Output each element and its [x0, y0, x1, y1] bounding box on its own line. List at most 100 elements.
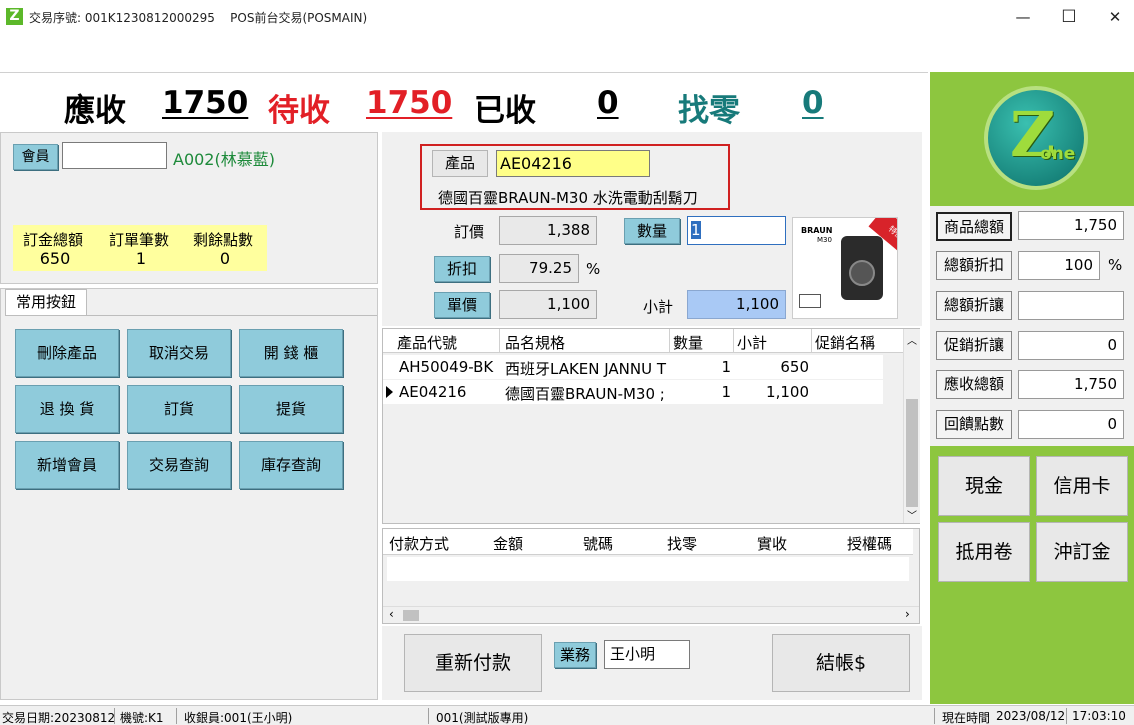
scroll-left-icon[interactable]: ‹ — [389, 607, 394, 621]
tab-common-buttons[interactable]: 常用按鈕 — [5, 289, 87, 316]
pending-label: 待收 — [268, 93, 330, 129]
order-goods-button[interactable]: 訂貨 — [127, 385, 231, 433]
inventory-query-button[interactable]: 庫存查詢 — [239, 441, 343, 489]
scroll-down-icon[interactable]: ﹀ — [907, 507, 917, 522]
status-date: 2023/08/12 — [996, 709, 1066, 723]
row-qty: 1 — [721, 358, 731, 376]
return-exchange-button[interactable]: 退 換 貨 — [15, 385, 119, 433]
subtotal-value: 1,100 — [687, 290, 786, 319]
product-image-model: M30 — [817, 236, 832, 244]
repay-button[interactable]: 重新付款 — [404, 634, 542, 692]
sales-button[interactable]: 業務 — [554, 642, 596, 668]
product-image: BRAUN M30 特價 — [792, 217, 898, 319]
stat-deposit-label: 訂金總額 — [23, 231, 84, 249]
maximize-button[interactable]: ☐ — [1046, 4, 1092, 30]
product-entry-panel: 產品 AE04216 德國百靈BRAUN-M30 水洗電動刮鬍刀 訂價 1,38… — [382, 132, 922, 326]
scroll-up-icon[interactable]: ︿ — [907, 332, 917, 347]
col-payment-method[interactable]: 付款方式 — [389, 533, 449, 554]
col-product-name[interactable]: 品名規格 — [505, 332, 565, 353]
unit-price-value: 1,100 — [499, 290, 597, 319]
col-change[interactable]: 找零 — [667, 533, 697, 554]
product-package-icon — [799, 294, 821, 308]
row-name: 西班牙LAKEN JANNU T — [505, 360, 667, 378]
cash-button[interactable]: 現金 — [938, 456, 1030, 516]
receivable-total-label[interactable]: 應收總額 — [936, 370, 1012, 399]
total-discount-value[interactable]: 100 — [1018, 251, 1100, 280]
table-row[interactable]: AH50049-BK 西班牙LAKEN JANNU T 1 650 — [383, 355, 883, 379]
stat-deposit-value: 650 — [39, 249, 71, 268]
product-total-label[interactable]: 商品總額 — [936, 212, 1012, 241]
total-allowance-value[interactable] — [1018, 291, 1124, 320]
col-promo-name[interactable]: 促銷名稱 — [815, 332, 875, 353]
scroll-thumb[interactable] — [403, 610, 419, 621]
add-member-button[interactable]: 新增會員 — [15, 441, 119, 489]
product-name: 德國百靈BRAUN-M30 水洗電動刮鬍刀 — [438, 189, 698, 207]
minimize-button[interactable]: — — [1000, 4, 1046, 30]
transaction-query-button[interactable]: 交易查詢 — [127, 441, 231, 489]
total-allowance-label[interactable]: 總額折讓 — [936, 291, 1012, 320]
quantity-button[interactable]: 數量 — [624, 218, 680, 244]
items-vertical-scrollbar[interactable]: ︿ ﹀ — [903, 329, 920, 523]
scroll-right-icon[interactable]: › — [905, 607, 910, 621]
stat-orders-label: 訂單筆數 — [109, 231, 170, 249]
member-button[interactable]: 會員 — [13, 144, 58, 170]
deposit-offset-button[interactable]: 沖訂金 — [1036, 522, 1128, 582]
stat-points-value: 0 — [219, 249, 231, 268]
table-row[interactable]: AE04216 德國百靈BRAUN-M30 ; 1 1,100 — [383, 380, 883, 404]
status-cashier: 收銀員:001(王小明) — [184, 711, 293, 725]
unit-price-button[interactable]: 單價 — [434, 292, 490, 318]
checkout-button[interactable]: 結帳$ — [772, 634, 910, 692]
col-actual-received[interactable]: 實收 — [757, 533, 787, 554]
received-label: 已收 — [474, 93, 536, 129]
product-button[interactable]: 產品 — [432, 150, 488, 177]
status-separator — [176, 708, 177, 724]
payment-grid-header: 付款方式 金額 號碼 找零 實收 授權碼 — [383, 529, 913, 555]
total-discount-label[interactable]: 總額折扣 — [936, 251, 1012, 280]
col-subtotal[interactable]: 小計 — [737, 332, 767, 353]
change-label: 找零 — [678, 93, 740, 129]
reward-points-label[interactable]: 回饋點數 — [936, 410, 1012, 439]
promo-allowance-label[interactable]: 促銷折讓 — [936, 331, 1012, 360]
payment-horizontal-scrollbar[interactable]: ‹ › — [383, 606, 919, 623]
credit-card-button[interactable]: 信用卡 — [1036, 456, 1128, 516]
col-amount[interactable]: 金額 — [493, 533, 523, 554]
row-name: 德國百靈BRAUN-M30 ; — [505, 385, 665, 403]
sales-input[interactable]: 王小明 — [604, 640, 690, 669]
delete-product-button[interactable]: 刪除產品 — [15, 329, 119, 377]
row-code: AH50049-BK — [399, 358, 494, 376]
close-button[interactable]: ✕ — [1092, 4, 1134, 30]
discount-button[interactable]: 折扣 — [434, 256, 490, 282]
brand-logo-word: one — [1040, 144, 1076, 164]
brand-logo: Z one — [984, 86, 1088, 190]
list-price-value: 1,388 — [499, 216, 597, 245]
payment-empty-row[interactable] — [387, 557, 909, 581]
col-quantity[interactable]: 數量 — [673, 332, 703, 353]
brand-area: Z one — [934, 72, 1134, 204]
cancel-transaction-button[interactable]: 取消交易 — [127, 329, 231, 377]
stat-orders-value: 1 — [135, 249, 147, 268]
quantity-input[interactable]: 1 — [687, 216, 786, 245]
col-divider — [499, 329, 500, 353]
promo-allowance-value: 0 — [1018, 331, 1124, 360]
col-product-code[interactable]: 產品代號 — [397, 332, 457, 353]
col-auth-code[interactable]: 授權碼 — [847, 533, 892, 554]
items-grid: 產品代號 品名規格 數量 小計 促銷名稱 AH50049-BK 西班牙LAKEN… — [382, 328, 920, 524]
pending-value: 1750 — [366, 85, 453, 121]
open-drawer-button[interactable]: 開 錢 櫃 — [239, 329, 343, 377]
col-divider — [733, 329, 734, 353]
discount-percent: % — [586, 260, 601, 278]
current-row-arrow-icon — [386, 386, 393, 398]
member-panel: 會員 A002(林慕藍) 訂金總額 650 訂單筆數 1 剩餘點數 0 — [0, 132, 378, 284]
pickup-goods-button[interactable]: 提貨 — [239, 385, 343, 433]
scroll-thumb[interactable] — [906, 399, 918, 507]
status-time: 17:03:10 — [1072, 709, 1126, 723]
change-value: 0 — [802, 85, 824, 121]
status-separator — [1066, 708, 1067, 724]
status-edition: 001(測試版專用) — [436, 711, 529, 725]
voucher-button[interactable]: 抵用卷 — [938, 522, 1030, 582]
right-panel: Z one 商品總額 1,750 總額折扣 100 % 總額折讓 促銷折讓 0 … — [930, 72, 1134, 704]
title-bar: Z 交易序號: 001K1230812000295 POS前台交易(POSMAI… — [0, 0, 1134, 34]
member-input[interactable] — [62, 142, 167, 169]
col-number[interactable]: 號碼 — [583, 533, 613, 554]
product-code-input[interactable]: AE04216 — [496, 150, 650, 177]
